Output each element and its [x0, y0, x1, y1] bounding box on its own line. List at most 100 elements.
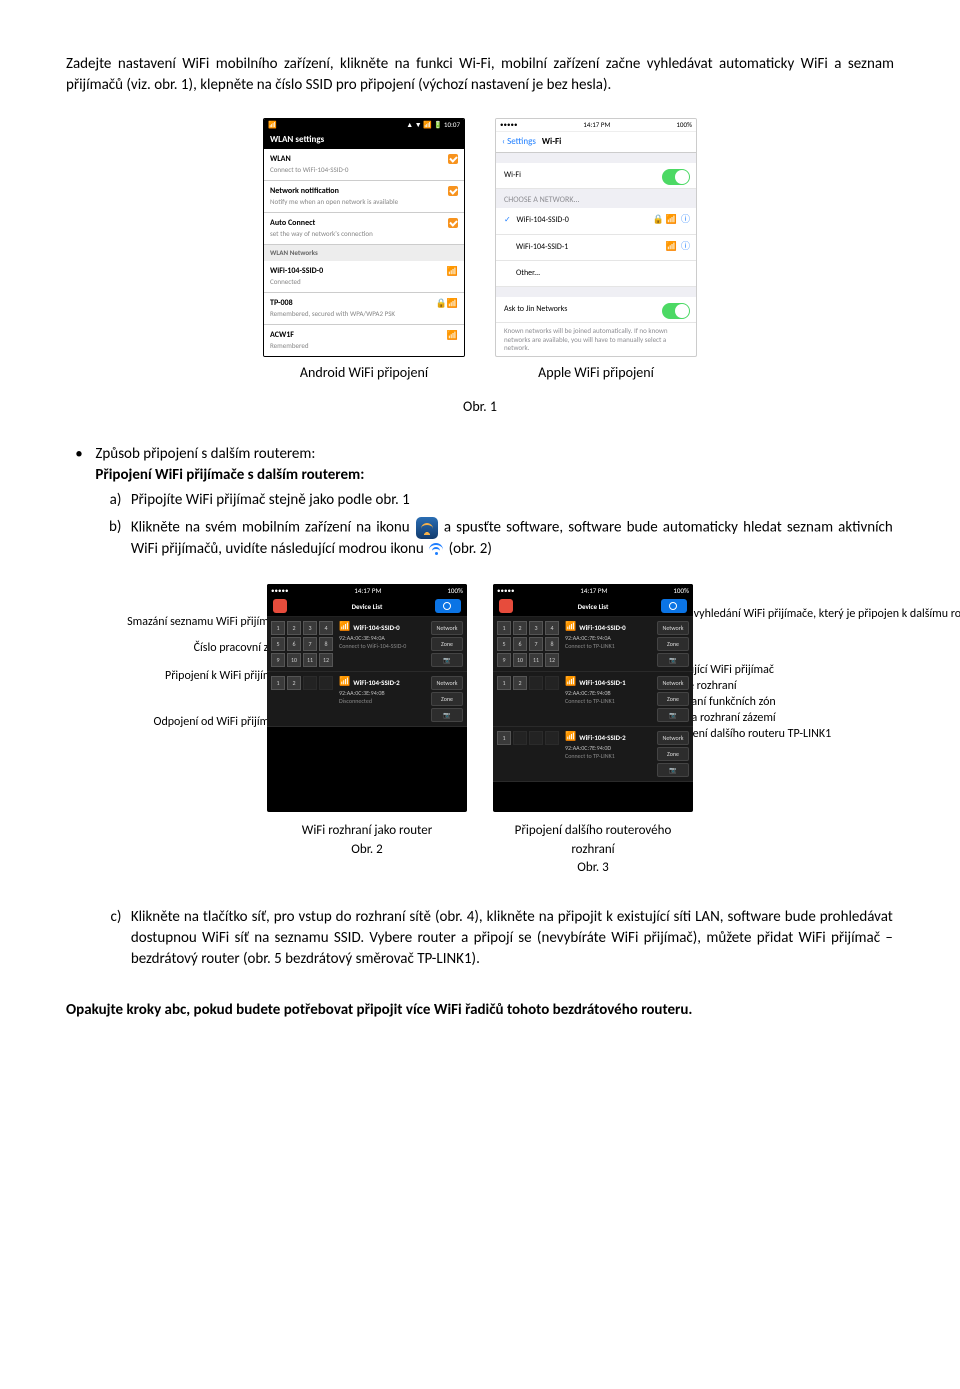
app-screenshot-obr3: ••••• 14:17 PM 100% Device List 1234 567… — [493, 584, 693, 812]
card-buttons: Network Zone 📷 — [657, 731, 689, 777]
callout-search: Ruční vyhledání WiFi přijímače, který je… — [664, 606, 894, 623]
ap-conn: Connect to TP-LINK1 — [565, 752, 653, 760]
figure-1-row: 📶 ▲ ▼ 📶 🔋 10:07 WLAN settings WLAN Conne… — [66, 118, 894, 383]
other-row: Other... — [496, 261, 696, 287]
fig23-captions: WiFi rozhraní jako router Obr. 2 Připoje… — [66, 822, 894, 877]
figure-2-3: Smazání seznamu WiFi přijímačů Číslo pra… — [66, 584, 894, 812]
checkmark-icon: ✓ — [504, 215, 511, 225]
callout-delete: Smazání seznamu WiFi přijímačů — [66, 614, 286, 631]
wlan-networks-header: WLAN Networks — [264, 245, 464, 261]
battery: 100% — [673, 586, 689, 596]
wifi-label: Wi-Fi — [504, 170, 521, 180]
title: Device List — [578, 602, 609, 612]
ap-mac: 92:AA:0C:7E:94:0A — [565, 634, 653, 642]
network-row: 📶 WiFi-104-SSID-0 Connected — [264, 261, 464, 293]
network-row: ✓ WiFi-104-SSID-0 🔒 📶 ⓘ — [496, 208, 696, 234]
delete-icon — [499, 599, 513, 613]
title: Device List — [352, 602, 383, 612]
figure-1-caption: Obr. 1 — [66, 397, 894, 417]
auto-title: Auto Connect — [270, 218, 458, 229]
app-icon — [416, 517, 438, 539]
zone-button: Zone — [431, 692, 463, 706]
callout-tplink: Připojení dalšího routeru TP-LINK1 — [664, 726, 894, 743]
time: 14:17 PM — [580, 586, 607, 596]
card-buttons: Network Zone 📷 — [431, 621, 463, 667]
step-a-label: a) — [95, 490, 127, 511]
camera-button: 📷 — [431, 708, 463, 722]
step-c-block: c) Klikněte na tlačítko síť, pro vstup d… — [66, 903, 894, 976]
ios-phone-screenshot: ••••• 14:17 PM 100% ‹ Settings Wi-Fi Wi-… — [495, 118, 697, 357]
camera-button: 📷 — [431, 653, 463, 667]
ap-conn: Connect to WiFi-104-SSID-0 — [339, 642, 427, 650]
bullet-section: • Způsob připojení s dalším routerem: Př… — [66, 444, 894, 566]
android-caption: Android WiFi připojení — [300, 363, 428, 383]
ap-mac: 92:AA:0C:3E:94:0B — [339, 689, 427, 697]
search-icon — [435, 599, 461, 613]
zone-grid: 1234 5678 9101112 — [271, 621, 333, 667]
ap-name: WiFi-104-SSID-0 — [579, 623, 626, 633]
network-button: Network — [431, 621, 463, 635]
android-figure: 📶 ▲ ▼ 📶 🔋 10:07 WLAN settings WLAN Conne… — [263, 118, 465, 383]
callout-disconnect: Odpojení od WiFi přijímače — [66, 714, 286, 731]
net2-title: TP-008 — [270, 298, 458, 309]
notif-title: Network notification — [270, 186, 458, 197]
zone-button: Zone — [657, 692, 689, 706]
callout-connect: Připojení k WiFi přijímači — [66, 668, 286, 685]
card-buttons: Network Zone 📷 — [657, 621, 689, 667]
step-c-label: c) — [95, 907, 127, 928]
card-buttons: Network Zone 📷 — [657, 676, 689, 722]
ask-note: Known networks will be joined automatica… — [496, 323, 696, 356]
net3-sub: Remembered — [270, 341, 458, 351]
ap-conn: Disconnected — [339, 697, 427, 705]
camera-button: 📷 — [657, 653, 689, 667]
fig3-desc: Připojení dalšího routerového rozhraní — [493, 822, 693, 858]
choose-network-header: CHOOSE A NETWORK... — [496, 189, 696, 208]
network-button: Network — [657, 676, 689, 690]
back-button: ‹ Settings — [502, 136, 536, 149]
ap-mac: 92:AA:0C:7E:94:0B — [565, 689, 653, 697]
notif-sub: Notify me when an open network is availa… — [270, 197, 458, 207]
card-buttons: Network Zone 📷 — [431, 676, 463, 722]
network-button: Network — [657, 621, 689, 635]
step-b-label: b) — [95, 517, 127, 538]
final-paragraph: Opakujte kroky abc, pokud budete potřebo… — [66, 1000, 894, 1021]
android-statusbar: 📶 ▲ ▼ 📶 🔋 10:07 — [264, 119, 464, 131]
ap-name: WiFi-104-SSID-1 — [579, 678, 626, 688]
app-titlebar: Device List — [493, 596, 693, 617]
ap-name: WiFi-104-SSID-2 — [579, 733, 626, 743]
zone-grid: 12 — [497, 676, 559, 722]
network-button: Network — [657, 731, 689, 745]
net2-sub: Remembered, secured with WPA/WPA2 PSK — [270, 309, 458, 319]
fig3-caption: Obr. 3 — [493, 859, 693, 877]
device-card: 1 📶WiFi-104-SSID-2 92:AA:0C:7E:94:0D Con… — [493, 727, 693, 782]
zone-grid: 1 — [497, 731, 559, 777]
app-titlebar: Device List — [267, 596, 467, 617]
wlan-title: WLAN — [270, 154, 458, 165]
ssid: WiFi-104-SSID-1 — [516, 242, 568, 252]
ask-label: Ask to Jin Networks — [504, 304, 567, 314]
checkbox-icon — [448, 186, 458, 196]
wifi-icon: 📶 — [447, 330, 458, 343]
apple-caption: Apple WiFi připojení — [538, 363, 654, 383]
time: 14:17 PM — [354, 586, 381, 596]
wlan-row: WLAN Connect to WiFi-104-SSID-0 — [264, 149, 464, 181]
checkbox-icon — [448, 218, 458, 228]
step-c-text: Klikněte na tlačítko síť, pro vstup do r… — [131, 907, 893, 970]
device-card: 1234 5678 9101112 📶WiFi-104-SSID-0 92:AA… — [493, 617, 693, 672]
zone-button: Zone — [431, 637, 463, 651]
ap-name: WiFi-104-SSID-0 — [353, 623, 400, 633]
callout-zone-number: Číslo pracovní zóny — [66, 640, 286, 657]
camera-button: 📷 — [657, 763, 689, 777]
callout-bg-if: Změna rozhraní zázemí — [664, 710, 894, 727]
ap-mac: 92:AA:0C:7E:94:0D — [565, 744, 653, 752]
battery: 100% — [676, 120, 692, 130]
search-icon — [661, 599, 687, 613]
network-button: Network — [431, 676, 463, 690]
wifi-lock-icon: 🔒📶 — [436, 298, 458, 311]
callout-working: Fungující WiFi přijímač — [664, 662, 894, 679]
net3-title: ACW1F — [270, 330, 458, 341]
other-label: Other... — [516, 268, 540, 278]
network-row: 📶 ACW1F Remembered — [264, 325, 464, 356]
ios-nav: ‹ Settings Wi-Fi — [496, 132, 696, 153]
fig2-desc: WiFi rozhraní jako router — [267, 822, 467, 840]
